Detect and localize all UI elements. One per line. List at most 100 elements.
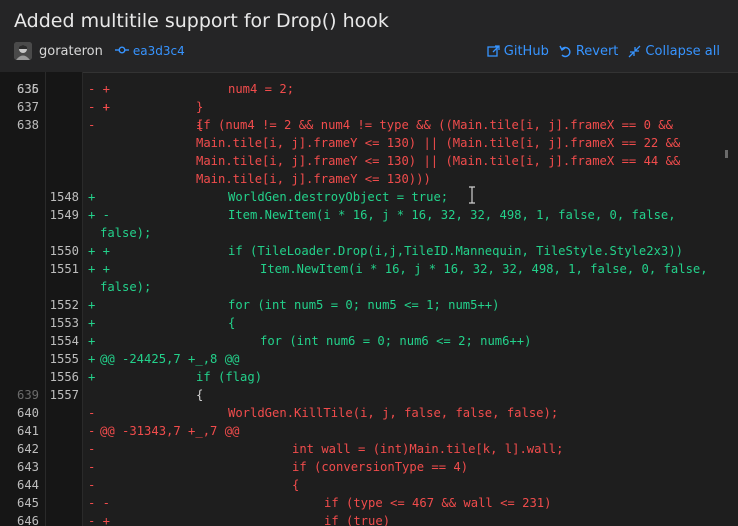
code-text: Main.tile[i, j].frameY <= 130)))	[196, 172, 431, 186]
code-text: Item.NewItem(i * 16, j * 16, 32, 32, 498…	[228, 208, 676, 222]
diff-row: 1555 + @@ -24425,7 +_,8 @@	[0, 350, 738, 368]
new-line-number: 1553	[49, 316, 79, 330]
diff-row: Main.tile[i, j].frameY <= 130) || (Main.…	[0, 152, 738, 170]
code-text: {	[228, 316, 236, 330]
diff-row: false);	[0, 224, 738, 242]
code-text: if (conversionType == 4)	[292, 460, 469, 474]
code-text: Main.tile[i, j].frameY <= 130) || (Main.…	[196, 136, 681, 150]
diff-marker: - -	[88, 496, 111, 510]
old-line-number: 645	[16, 496, 39, 510]
diff-row: Main.tile[i, j].frameY <= 130) || (Main.…	[0, 134, 738, 152]
diff-marker: - +	[88, 82, 111, 96]
diff-row: 1553 + {	[0, 314, 738, 332]
new-line-number: 1551	[49, 262, 79, 276]
old-line-number: 636	[16, 82, 39, 96]
diff-marker: -	[88, 478, 96, 492]
collapse-all-button[interactable]: Collapse all	[628, 44, 720, 59]
author-name[interactable]: gorateron	[39, 44, 103, 59]
code-text: int wall = (int)Main.tile[k, l].wall;	[292, 442, 564, 456]
diff-row: 642 - int wall = (int)Main.tile[k, l].wall…	[0, 440, 738, 458]
old-line-number: 638	[16, 118, 39, 132]
revert-icon	[559, 45, 571, 57]
code-text: for (int num6 = 0; num6 <= 2; num6++)	[260, 334, 532, 348]
diff-marker: +	[88, 334, 96, 348]
collapse-icon	[628, 45, 641, 57]
diff-marker: +	[88, 190, 96, 204]
external-link-icon	[487, 44, 500, 57]
diff-row: 1549 + - Item.NewItem(i * 16, j * 16, 32, …	[0, 206, 738, 224]
diff-row: false);	[0, 278, 738, 296]
code-text: for (int num5 = 0; num5 <= 1; num5++)	[228, 298, 500, 312]
old-line-number: 646	[16, 514, 39, 526]
scrollbar-thumb[interactable]	[725, 150, 728, 158]
old-line-number: 643	[16, 460, 39, 474]
old-line-number: 637	[16, 100, 39, 114]
code-text: if (num4 != 2 && num4 != type && ((Main.…	[196, 118, 673, 132]
diff-view[interactable]: 635 - + { 636 - + num4 = 2; 637 - +} 638 - if (…	[0, 72, 738, 526]
new-line-number: 1554	[49, 334, 79, 348]
code-text: if (TileLoader.Drop(i,j,TileID.Mannequin…	[228, 244, 683, 258]
avatar[interactable]	[14, 42, 32, 60]
code-text: }	[196, 100, 204, 114]
diff-row: 644 - {	[0, 476, 738, 494]
diff-marker: + +	[88, 244, 111, 258]
old-line-number: 642	[16, 442, 39, 456]
diff-row: 639 1557 {	[0, 386, 738, 404]
diff-row: 643 - if (conversionType == 4)	[0, 458, 738, 476]
code-text: @@ -31343,7 +_,7 @@	[100, 424, 240, 438]
diff-marker: - +	[88, 100, 111, 114]
new-line-number: 1557	[49, 388, 79, 402]
diff-row: 640 - WorldGen.KillTile(i, j, false, false…	[0, 404, 738, 422]
code-text: num4 = 2;	[228, 82, 295, 96]
code-text: Item.NewItem(i * 16, j * 16, 32, 32, 498…	[260, 262, 708, 276]
diff-marker: +	[88, 298, 96, 312]
new-line-number: 1555	[49, 352, 79, 366]
diff-row: 1554 + for (int num6 = 0; num6 <= 2; num6+…	[0, 332, 738, 350]
diff-marker: -	[88, 442, 96, 456]
collapse-all-label: Collapse all	[645, 43, 720, 59]
commit-actions: GitHub Revert Collapse all	[477, 42, 720, 60]
diff-row: 641 - @@ -31343,7 +_,7 @@	[0, 422, 738, 440]
code-text: if (type <= 467 && wall <= 231)	[324, 496, 552, 510]
old-line-number: 641	[16, 424, 39, 438]
diff-row: 1551 + + Item.NewItem(i * 16, j * 16, 32, …	[0, 260, 738, 278]
code-text: @@ -24425,7 +_,8 @@	[100, 352, 240, 366]
diff-marker: +	[88, 370, 96, 384]
diff-row: 638 - if (num4 != 2 && num4 != type && ((M…	[0, 116, 738, 134]
commit-header: Added multitile support for Drop() hook …	[0, 0, 738, 73]
diff-marker: -	[88, 460, 96, 474]
diff-row: 645 - - if (type <= 467 && wall <= 231)	[0, 494, 738, 512]
code-text: Main.tile[i, j].frameY <= 130) || (Main.…	[196, 154, 681, 168]
diff-row: 1550 + + if (TileLoader.Drop(i,j,TileID.Ma…	[0, 242, 738, 260]
diff-row-partial: 635 - + {	[0, 72, 738, 132]
diff-marker: -	[88, 424, 96, 438]
old-line-number: 644	[16, 478, 39, 492]
diff-marker: -	[88, 406, 96, 420]
diff-marker: + -	[88, 208, 111, 222]
github-button[interactable]: GitHub	[487, 44, 549, 59]
diff-marker: +	[88, 316, 96, 330]
diff-row: 1552 + for (int num5 = 0; num5 <= 1; num5+…	[0, 296, 738, 314]
code-text: WorldGen.destroyObject = true;	[228, 190, 449, 204]
diff-row: 1548 + WorldGen.destroyObject = true;	[0, 188, 738, 206]
code-text: false);	[100, 280, 152, 294]
diff-row: 646 - + if (true)	[0, 512, 738, 526]
diff-row: Main.tile[i, j].frameY <= 130)))	[0, 170, 738, 188]
commit-hash-link[interactable]: ea3d3c4	[133, 44, 185, 58]
diff-marker: +	[88, 352, 96, 366]
code-text: {	[196, 388, 204, 402]
code-text: WorldGen.KillTile(i, j, false, false, fa…	[228, 406, 559, 420]
github-label: GitHub	[503, 43, 549, 59]
revert-button[interactable]: Revert	[559, 44, 618, 59]
diff-row: 637 - +}	[0, 98, 738, 116]
diff-marker: + +	[88, 262, 111, 276]
commit-title: Added multitile support for Drop() hook	[14, 10, 389, 32]
diff-marker: - +	[88, 514, 111, 526]
code-text: if (flag)	[196, 370, 263, 384]
new-line-number: 1548	[49, 190, 79, 204]
text-cursor-icon	[468, 186, 476, 204]
new-line-number: 1549	[49, 208, 79, 222]
commit-icon	[114, 44, 129, 59]
new-line-number: 1556	[49, 370, 79, 384]
code-text: if (true)	[324, 514, 391, 526]
